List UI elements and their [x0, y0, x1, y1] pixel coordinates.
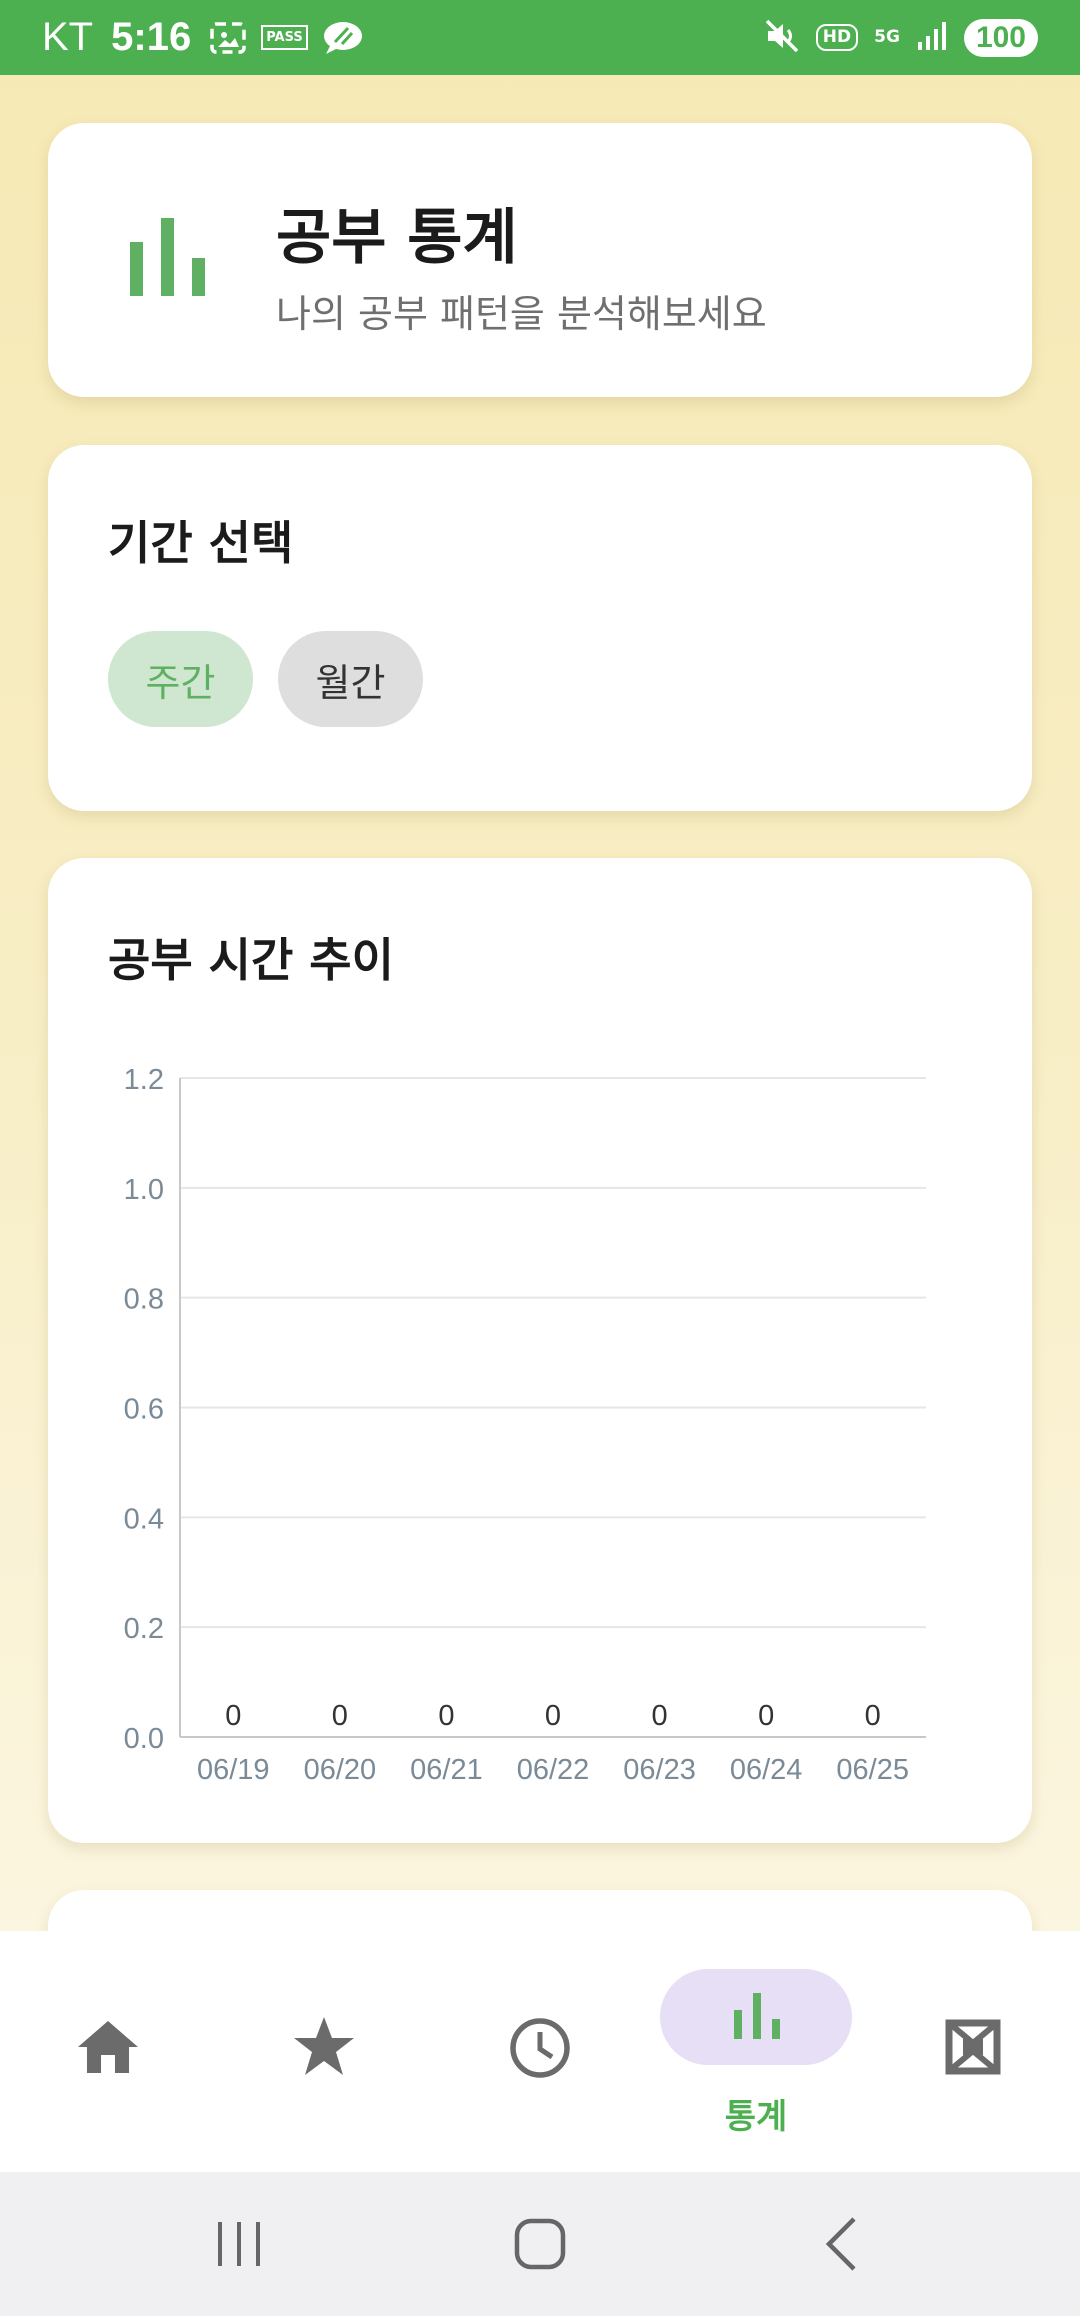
nav-item-home[interactable]: [70, 1931, 150, 2172]
period-selector-card: 기간 선택 주간 월간: [48, 445, 1032, 811]
period-section-title: 기간 선택: [108, 516, 294, 570]
x-tick-label: 06/21: [410, 1754, 483, 1786]
carrier-label: KT: [42, 15, 94, 59]
signal-icon: [916, 20, 948, 56]
y-tick-label: 1.2: [124, 1064, 164, 1096]
bottom-navigation: 통계: [0, 1931, 1080, 2172]
x-tick-label: 06/20: [304, 1754, 377, 1786]
x-tick-label: 06/22: [517, 1754, 590, 1786]
status-bar: KT 5:16 PASS HD 5G 100: [0, 0, 1080, 75]
hd-voice-icon: HD: [815, 24, 859, 51]
page-title: 공부 통계: [276, 203, 518, 273]
network-5g-icon: 5G: [874, 27, 900, 47]
study-time-chart: 0.0 0.2 0.4 0.6 0.8 1.0 1.2 06/19 0 06/20 0 06/21 0 0…: [124, 1064, 926, 1786]
screenshot-icon: [209, 21, 247, 55]
period-chip-group: 주간 월간: [108, 631, 423, 727]
y-tick-label: 0.8: [124, 1284, 164, 1316]
x-tick-label: 06/19: [197, 1754, 270, 1786]
data-label: 0: [438, 1700, 454, 1732]
home-button-icon[interactable]: [514, 2218, 566, 2274]
data-label: 0: [652, 1700, 668, 1732]
bar-chart-icon: [130, 218, 206, 300]
x-tick-label: 06/23: [623, 1754, 696, 1786]
weekly-chip[interactable]: 주간: [108, 631, 253, 727]
home-icon: [76, 2019, 140, 2079]
recent-apps-icon[interactable]: [216, 2222, 262, 2270]
data-label: 0: [332, 1700, 348, 1732]
data-label: 0: [865, 1700, 881, 1732]
chat-bubble-icon: [322, 20, 364, 56]
nav-item-favorites[interactable]: [284, 1931, 364, 2172]
status-time: 5:16: [111, 15, 192, 59]
y-tick-label: 0.4: [124, 1503, 164, 1535]
gallery-icon: [945, 2019, 1001, 2079]
data-label: 0: [545, 1700, 561, 1732]
nav-item-gallery[interactable]: [940, 1931, 1020, 2172]
pass-icon: PASS: [261, 25, 308, 50]
study-time-chart-card: 공부 시간 추이 0.0 0.2 0.4 0.6 0.8 1.0 1.2 06/19 0 06/2…: [48, 858, 1032, 1843]
nav-item-timer[interactable]: [499, 1931, 579, 2172]
mute-icon: [764, 18, 800, 58]
battery-icon: 100: [963, 18, 1038, 57]
x-tick-label: 06/24: [730, 1754, 803, 1786]
bar-chart-icon: [734, 1993, 780, 2043]
monthly-chip[interactable]: 월간: [278, 631, 423, 727]
header-card: 공부 통계 나의 공부 패턴을 분석해보세요: [48, 123, 1032, 397]
y-tick-label: 0.2: [124, 1613, 164, 1645]
clock-icon: [509, 2017, 571, 2083]
y-tick-label: 0.0: [124, 1723, 164, 1755]
x-tick-label: 06/25: [836, 1754, 909, 1786]
star-icon: [292, 2015, 356, 2081]
system-navigation-bar: [0, 2172, 1080, 2316]
back-icon[interactable]: [824, 2216, 858, 2276]
nav-label-statistics: 통계: [724, 2097, 788, 2137]
data-label: 0: [758, 1700, 774, 1732]
page-subtitle: 나의 공부 패턴을 분석해보세요: [276, 292, 767, 336]
y-tick-label: 1.0: [124, 1174, 164, 1206]
data-label: 0: [225, 1700, 241, 1732]
y-tick-label: 0.6: [124, 1394, 164, 1426]
